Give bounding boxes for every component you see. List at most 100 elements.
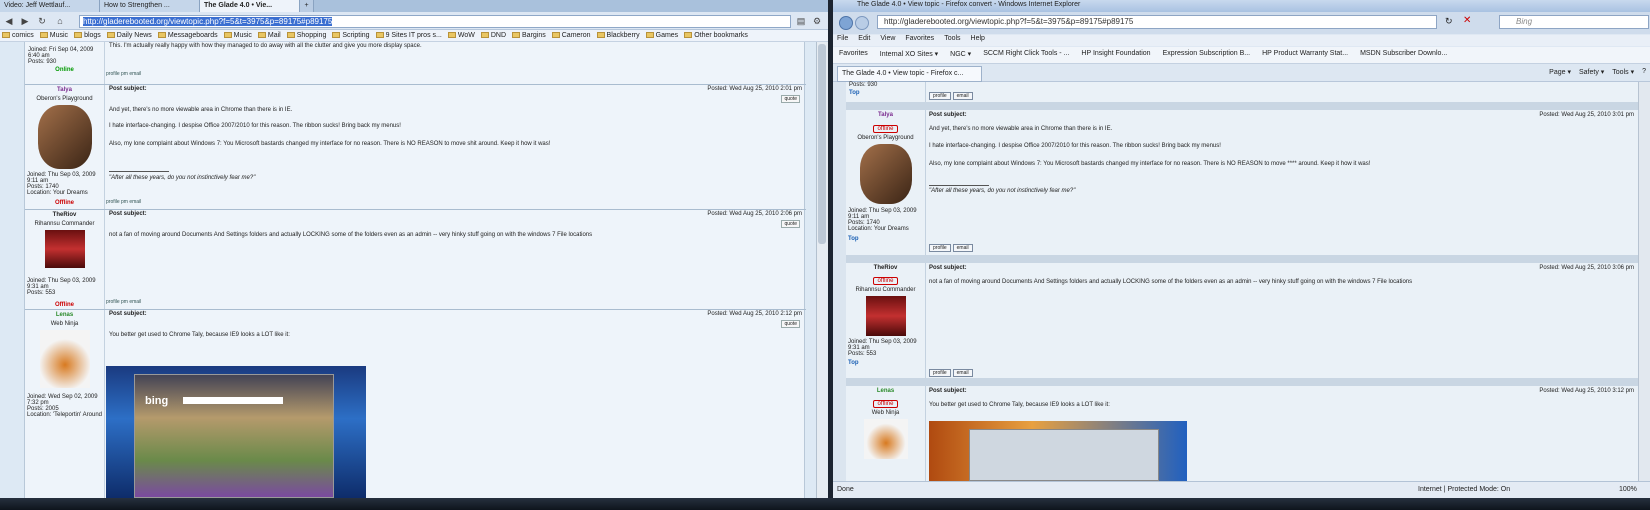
reload-icon[interactable]: ↻ <box>36 15 48 27</box>
new-tab-button[interactable]: + <box>300 0 314 12</box>
help-icon[interactable]: ? <box>1642 68 1646 76</box>
chrome-tab-glade[interactable]: The Glade 4.0 • Vie... <box>200 0 300 12</box>
ie-address-row: http://gladerebooted.org/viewtopic.php?f… <box>833 12 1650 34</box>
menu-tools[interactable]: Tools <box>944 35 960 46</box>
signature: "After all these years, do you not insti… <box>929 188 1076 194</box>
bookmark-item[interactable]: Music <box>223 30 252 41</box>
favorite-item[interactable]: Internal XO Sites ▾ <box>880 50 938 60</box>
author-name[interactable]: Talya <box>846 112 925 118</box>
zoom-level[interactable]: 100% <box>1619 486 1637 493</box>
post-separator <box>846 255 1638 263</box>
offline-status: Offline <box>55 200 74 206</box>
profile-button[interactable]: profile <box>929 369 951 377</box>
favorite-item[interactable]: Expression Subscription B... <box>1163 50 1251 60</box>
profile-button[interactable]: profile <box>929 92 951 100</box>
menu-favorites[interactable]: Favorites <box>905 35 934 46</box>
other-bookmarks[interactable]: Other bookmarks <box>684 30 748 41</box>
bookmark-item[interactable]: Bargins <box>512 30 546 41</box>
quote-button[interactable]: quote <box>781 95 800 103</box>
author-name[interactable]: TheRiov <box>846 265 925 271</box>
bookmark-item[interactable]: Messageboards <box>157 30 218 41</box>
favorite-item[interactable]: SCCM Right Click Tools - ... <box>983 50 1069 60</box>
refresh-icon[interactable]: ↻ <box>1445 16 1453 27</box>
ie-title-bar: The Glade 4.0 • View topic - Firefox con… <box>833 0 1650 12</box>
top-link[interactable]: Top <box>846 236 925 242</box>
chrome-address-bar[interactable]: http://gladerebooted.org/viewtopic.php?f… <box>79 15 791 28</box>
author-name[interactable]: Lenas <box>25 312 104 318</box>
bookmark-item[interactable]: Scripting <box>332 30 370 41</box>
post-line: And yet, there's no more viewable area i… <box>929 126 1113 132</box>
bookmark-item[interactable]: Daily News <box>106 30 152 41</box>
home-icon[interactable]: ⌂ <box>54 15 66 27</box>
menu-edit[interactable]: Edit <box>858 35 870 46</box>
favorite-item[interactable]: HP Insight Foundation <box>1081 50 1150 60</box>
forward-button[interactable] <box>855 16 869 30</box>
menu-help[interactable]: Help <box>971 35 985 46</box>
scrollbar-thumb[interactable] <box>818 44 826 244</box>
author-rank: Web Ninja <box>871 410 900 416</box>
ie-menu-bar: File Edit View Favorites Tools Help <box>833 35 1650 46</box>
bookmark-item[interactable]: Mail <box>257 30 281 41</box>
ie-page-viewport: Posts: 930 Top profile email Talya offlin… <box>833 82 1650 481</box>
tools-menu[interactable]: Tools ▾ <box>1612 68 1634 76</box>
bookmark-item[interactable]: blogs <box>74 30 101 41</box>
favorite-item[interactable]: HP Product Warranty Stat... <box>1262 50 1348 60</box>
ie-body-theriov: Post subject: Posted: Wed Aug 25, 2010 3… <box>929 263 1638 378</box>
bookmark-item[interactable]: comics <box>2 30 34 41</box>
ie-search-box[interactable]: Bing <box>1499 15 1649 29</box>
ie-author-lenas: Lenas offline Web Ninja <box>846 386 926 481</box>
author-name[interactable]: TheRiov <box>25 212 104 218</box>
favorite-item[interactable]: MSDN Subscriber Downlo... <box>1360 50 1447 60</box>
author-location: Location: Your Dreams <box>27 190 88 196</box>
bookmark-item[interactable]: Music <box>39 30 68 41</box>
bookmark-item[interactable]: Cameron <box>551 30 591 41</box>
author-rank: Rihannsu Commander <box>34 221 95 227</box>
post-action-bar[interactable]: profile pm email <box>106 299 141 305</box>
page-menu-icon[interactable]: ▤ <box>795 15 807 27</box>
post-action-bar[interactable]: profile pm email <box>106 71 141 77</box>
email-button[interactable]: email <box>952 244 973 252</box>
favorites-button[interactable]: Favorites <box>839 50 868 60</box>
bookmark-item[interactable]: Blackberry <box>596 30 640 41</box>
posted-date: Posted: Wed Aug 25, 2010 2:12 pm <box>707 311 802 317</box>
screenshot-browser-frame: bing <box>134 374 334 498</box>
bookmark-item[interactable]: DND <box>480 30 506 41</box>
author-name[interactable]: Talya <box>25 87 104 93</box>
quote-button[interactable]: quote <box>781 220 800 228</box>
security-zone[interactable]: Internet | Protected Mode: On <box>1418 486 1510 493</box>
email-button[interactable]: email <box>952 92 973 100</box>
back-button[interactable] <box>839 16 853 30</box>
ie-address-bar[interactable]: http://gladerebooted.org/viewtopic.php?f… <box>877 15 1437 29</box>
bookmark-item[interactable]: Games <box>645 30 678 41</box>
forward-arrow-icon[interactable]: ▶ <box>19 15 31 27</box>
top-link[interactable]: Top <box>849 90 925 96</box>
quote-button[interactable]: quote <box>781 320 800 328</box>
safety-menu[interactable]: Safety ▾ <box>1579 68 1604 76</box>
url-text: http://gladerebooted.org/viewtopic.php?f… <box>83 17 333 26</box>
chrome-tab-video[interactable]: Video: Jeff Wettlauf... <box>0 0 100 12</box>
author-name[interactable]: Lenas <box>846 388 925 394</box>
top-link[interactable]: Top <box>846 360 925 366</box>
bookmark-item[interactable]: WoW <box>447 30 475 41</box>
post-action-bar[interactable]: profile pm email <box>106 199 141 205</box>
email-button[interactable]: email <box>952 369 973 377</box>
author-posts: Posts: 553 <box>848 351 877 357</box>
posted-date: Posted: Wed Aug 25, 2010 2:06 pm <box>707 211 802 217</box>
ie-scrollbar[interactable] <box>1638 82 1650 481</box>
post-separator <box>846 378 1638 386</box>
wrench-icon[interactable]: ⚙ <box>811 15 823 27</box>
stop-icon[interactable]: ✕ <box>1463 15 1471 26</box>
bookmark-item[interactable]: 9 Sites IT pros s... <box>375 30 442 41</box>
ie-tab-glade[interactable]: The Glade 4.0 • View topic - Firefox c..… <box>837 66 982 82</box>
menu-view[interactable]: View <box>880 35 895 46</box>
favorite-item[interactable]: NGC ▾ <box>950 50 971 60</box>
profile-button[interactable]: profile <box>929 244 951 252</box>
back-arrow-icon[interactable]: ◀ <box>3 15 15 27</box>
chrome-tab-strengthen[interactable]: How to Strengthen ... <box>100 0 200 12</box>
page-menu[interactable]: Page ▾ <box>1549 68 1571 76</box>
post-line: And yet, there's no more viewable area i… <box>109 107 293 113</box>
bookmark-item[interactable]: Shopping <box>286 30 326 41</box>
prev-post-buttons: profile email <box>929 92 1638 100</box>
windows-taskbar <box>0 498 1650 510</box>
menu-file[interactable]: File <box>837 35 848 46</box>
